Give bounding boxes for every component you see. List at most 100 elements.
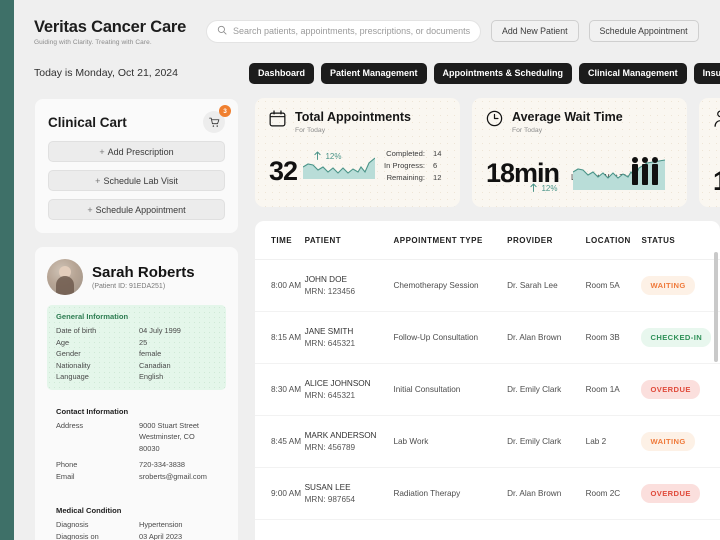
info-value: Canadian — [139, 360, 217, 372]
breakdown-value: 12 — [433, 172, 446, 184]
cell-time: 8:00 AM — [255, 260, 305, 312]
trend-value: 12% — [541, 184, 557, 193]
people-icon — [629, 156, 663, 186]
cell-status: WAITING — [641, 416, 720, 468]
info-value: sroberts@gmail.com — [139, 471, 217, 483]
tab-appointments-scheduling[interactable]: Appointments & Scheduling — [434, 63, 573, 84]
info-value: 25 — [139, 337, 217, 349]
info-value: Westminster, CO 80030 — [139, 431, 217, 454]
schedule-appointment-button[interactable]: Schedule Appointment — [589, 20, 699, 42]
info-value: Hypertension — [139, 519, 217, 531]
column-header-appointment-type[interactable]: APPOINTMENT TYPE — [393, 221, 507, 260]
breakdown-value: 14 — [433, 148, 446, 160]
table-row[interactable]: 8:15 AM JANE SMITH MRN: 645321 Follow-Up… — [255, 312, 720, 364]
nav-tabs: Dashboard Patient Management Appointment… — [249, 63, 720, 84]
calendar-icon — [269, 110, 286, 132]
tab-patient-management[interactable]: Patient Management — [321, 63, 427, 84]
status-badge: WAITING — [641, 432, 694, 452]
cell-patient: ALICE JOHNSON MRN: 645321 — [305, 364, 394, 416]
column-header-patient[interactable]: PATIENT — [305, 221, 394, 260]
add-new-patient-button[interactable]: Add New Patient — [491, 20, 579, 42]
info-value: female — [139, 348, 217, 360]
stat-header — [713, 110, 720, 132]
trend-up-icon — [530, 178, 541, 195]
status-badge: OVERDUE — [641, 484, 699, 504]
contact-information-section: Contact Information Address 9000 Stuart … — [47, 400, 226, 490]
stat-title-group: Total Appointments For Today — [295, 110, 411, 134]
table-row[interactable]: 8:45 AM MARK ANDERSON MRN: 456789 Lab Wo… — [255, 416, 720, 468]
info-row: Address 9000 Stuart Street — [56, 420, 217, 432]
cell-location: Room 2C — [586, 468, 642, 520]
status-badge: OVERDUE — [641, 380, 699, 400]
cell-provider: Dr. Emily Clark — [507, 416, 586, 468]
stat-body: 12% 18min Longest Wait Time: 65min — [486, 160, 673, 186]
breakdown-label: Completed: — [386, 148, 425, 160]
medical-condition-section: Medical Condition Diagnosis Hypertension… — [47, 499, 226, 540]
left-column: Clinical Cart 3 — [34, 98, 239, 540]
info-key: Nationality — [56, 360, 139, 372]
patient-id: (Patient ID: 91EDA251) — [92, 283, 195, 290]
cell-provider: Dr. Alan Brown — [507, 312, 586, 364]
breakdown-label: Remaining: — [387, 172, 425, 184]
info-row: Diagnosis Hypertension — [56, 519, 217, 531]
column-header-time[interactable]: TIME — [255, 221, 305, 260]
column-header-status[interactable]: STATUS — [641, 221, 720, 260]
stat-cards: Total Appointments For Today — [255, 98, 720, 207]
tab-dashboard[interactable]: Dashboard — [249, 63, 314, 84]
brand-tagline: Guiding with Clarity. Treating with Care… — [34, 39, 202, 46]
info-key: Email — [56, 471, 139, 483]
tab-clinical-management[interactable]: Clinical Management — [579, 63, 687, 84]
info-key: Language — [56, 371, 139, 383]
column-header-location[interactable]: LOCATION — [586, 221, 642, 260]
cell-patient: SUSAN LEE MRN: 987654 — [305, 468, 394, 520]
search-box[interactable] — [206, 20, 481, 43]
cell-location: Room 1A — [586, 364, 642, 416]
cart-icon-wrapper[interactable]: 3 — [203, 111, 225, 133]
appointments-table-card: TIME PATIENT APPOINTMENT TYPE PROVIDER L… — [255, 221, 720, 540]
cell-location: Lab 2 — [586, 416, 642, 468]
search-input[interactable] — [233, 26, 470, 36]
info-value: 04 July 1999 — [139, 325, 217, 337]
cell-time: 8:30 AM — [255, 364, 305, 416]
plus-icon: + — [95, 176, 100, 186]
info-row: Language English — [56, 371, 217, 383]
cell-location: Room 3B — [586, 312, 642, 364]
info-key: Age — [56, 337, 139, 349]
stat-header: Average Wait Time For Today — [486, 110, 673, 134]
patient-card: Sarah Roberts (Patient ID: 91EDA251) Gen… — [34, 246, 239, 540]
general-information-section: General Information Date of birth 04 Jul… — [47, 305, 226, 390]
brand-title: Veritas Cancer Care — [34, 17, 202, 37]
table-row[interactable]: 9:00 AM SUSAN LEE MRN: 987654 Radiation … — [255, 468, 720, 520]
tab-insurance[interactable]: Insura — [694, 63, 720, 84]
today-date: Today is Monday, Oct 21, 2024 — [34, 67, 249, 79]
table-row[interactable]: 8:00 AM JOHN DOE MRN: 123456 Chemotherap… — [255, 260, 720, 312]
right-column: Total Appointments For Today — [255, 98, 720, 540]
info-key: Diagnosis — [56, 519, 139, 531]
info-row: Westminster, CO 80030 — [56, 431, 217, 454]
cell-status: OVERDUE — [641, 364, 720, 416]
patient-mrn-text: MRN: 123456 — [305, 286, 394, 298]
patient-mrn-text: MRN: 645321 — [305, 390, 394, 402]
cell-status: OVERDUE — [641, 468, 720, 520]
patient-name-text: ALICE JOHNSON — [305, 378, 394, 390]
cell-provider: Dr. Emily Clark — [507, 364, 586, 416]
add-prescription-button[interactable]: +Add Prescription — [48, 141, 225, 162]
clinical-cart-header: Clinical Cart 3 — [48, 111, 225, 133]
plus-icon: + — [87, 205, 92, 215]
cell-appointment-type: Chemotherapy Session — [393, 260, 507, 312]
column-header-provider[interactable]: PROVIDER — [507, 221, 586, 260]
patient-name-text: JANE SMITH — [305, 326, 394, 338]
cell-status: WAITING — [641, 260, 720, 312]
schedule-lab-visit-button[interactable]: +Schedule Lab Visit — [48, 170, 225, 191]
cell-patient: JANE SMITH MRN: 645321 — [305, 312, 394, 364]
cell-provider: Dr. Alan Brown — [507, 468, 586, 520]
add-prescription-label: Add Prescription — [108, 147, 174, 157]
info-value: 720-334-3838 — [139, 459, 217, 471]
cart-schedule-appointment-button[interactable]: +Schedule Appointment — [48, 199, 225, 220]
schedule-lab-visit-label: Schedule Lab Visit — [103, 176, 177, 186]
info-row: Email sroberts@gmail.com — [56, 471, 217, 483]
stat-value: 1 — [713, 168, 720, 194]
table-scrollbar[interactable] — [714, 252, 718, 362]
table-row[interactable]: 8:30 AM ALICE JOHNSON MRN: 645321 Initia… — [255, 364, 720, 416]
trend-value: 12% — [325, 152, 341, 161]
